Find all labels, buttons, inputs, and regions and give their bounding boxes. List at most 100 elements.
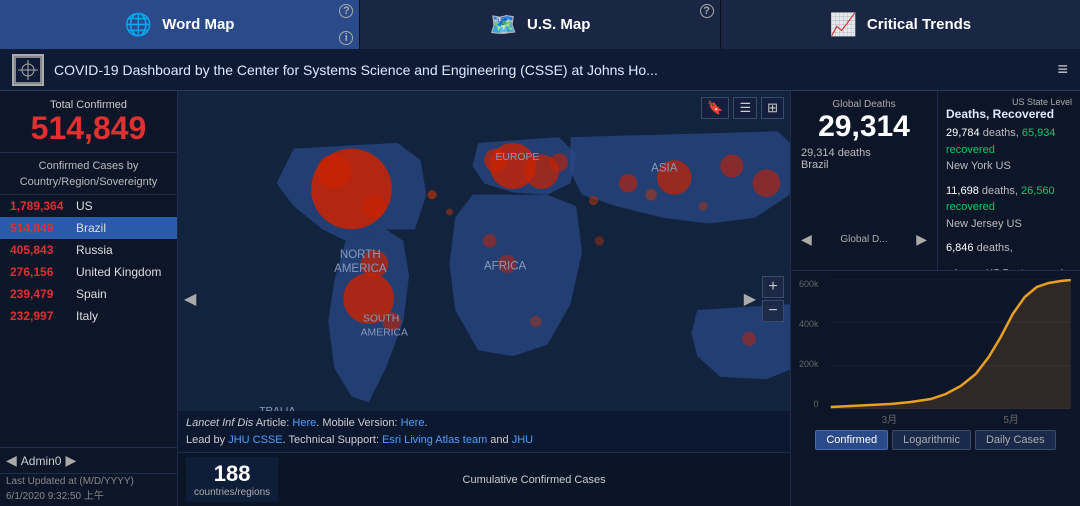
countries-count-section: 188 countries/regions [186,457,278,502]
deaths-detail: 29,314 deaths Brazil [801,147,927,171]
global-deaths-panel: Global Deaths 29,314 29,314 deaths Brazi… [791,91,938,270]
y-label-600k: 600k [799,279,819,289]
menu-button[interactable]: ≡ [1057,59,1068,80]
zoom-in-button[interactable]: + [762,276,784,298]
map-bottom-bar: 188 countries/regions Cumulative Confirm… [178,452,790,506]
y-label-200k: 200k [799,359,819,369]
country-count: 514,849 [10,221,70,235]
nav-critical-trends[interactable]: 📈 Critical Trends [721,0,1080,49]
chart-svg-container: 3月 5月 [829,279,1072,426]
nav-world-map[interactable]: 🌐 Word Map ? i [0,0,360,49]
country-count: 405,843 [10,243,70,257]
us-prev-button[interactable]: ◀ [946,265,957,271]
info-text-prefix: Lancet Inf Dis Article: Here. Mobile Ver… [186,417,428,429]
nav-help-icon[interactable]: ? [339,4,353,18]
list-button[interactable]: ☰ [733,97,757,119]
zoom-out-button[interactable]: − [762,300,784,322]
us-state-panel: US State Level Deaths, Recovered 29,784 … [938,91,1080,270]
deaths-nav-label: Global D... [840,234,887,245]
countries-unit: countries/regions [194,487,270,498]
us-panel-title: US State Level [946,97,1072,107]
deaths-nav: ◀ Global D... ▶ [801,171,927,248]
us-panel-nav: ◀ US Deat... ▶ [946,265,1072,271]
country-item-us[interactable]: 1,789,364 US [0,195,177,217]
us-state-new-york: 29,784 deaths, 65,934 recovered New York… [946,125,1072,175]
recovered-count: 65,934 [1022,127,1056,139]
left-panel: Total Confirmed 514,849 Confirmed Cases … [0,91,178,506]
us-panel-heading: Deaths, Recovered [946,107,1072,121]
us-state-new-jersey: 11,698 deaths, 26,560 recovered New Jers… [946,183,1072,233]
recovered-label: recovered [946,144,995,156]
logarithmic-button[interactable]: Logarithmic [892,430,971,450]
x-label-march: 3月 [882,411,898,426]
timestamp-label: Last Updated at (M/D/YYYY) [6,476,171,487]
country-item-italy[interactable]: 232,997 Italy [0,305,177,327]
mobile-link[interactable]: Here [401,417,425,429]
country-name: Brazil [76,221,106,235]
global-deaths-label: Global Deaths [801,99,927,110]
svg-text:SOUTH: SOUTH [363,314,399,325]
y-label-0: 0 [799,399,819,409]
bookmark-button[interactable]: 🔖 [701,97,729,119]
nav-critical-trends-label: Critical Trends [867,16,971,33]
countries-count: 188 [214,461,251,487]
country-name: Italy [76,309,98,323]
svg-text:AMERICA: AMERICA [361,327,408,338]
nav-us-map[interactable]: 🗺️ U.S. Map ? [360,0,720,49]
chart-y-axis: 600k 400k 200k 0 [799,279,821,409]
country-count: 232,997 [10,309,70,323]
country-name: United Kingdom [76,265,161,279]
country-name: Russia [76,243,113,257]
timestamp-value: 6/1/2020 9:32:50 上午 [6,487,171,502]
country-item-uk[interactable]: 276,156 United Kingdom [0,261,177,283]
global-deaths-value: 29,314 [801,110,927,143]
nav-us-help-icon[interactable]: ? [700,4,714,18]
svg-text:EUROPE: EUROPE [496,152,540,163]
main-layout: Total Confirmed 514,849 Confirmed Cases … [0,91,1080,506]
country-item-spain[interactable]: 239,479 Spain [0,283,177,305]
article-link[interactable]: Here [292,417,316,429]
svg-text:NORTH: NORTH [340,249,381,261]
country-count: 1,789,364 [10,199,70,213]
top-navigation: 🌐 Word Map ? i 🗺️ U.S. Map ? 📈 Critical … [0,0,1080,49]
nav-world-map-label: Word Map [162,16,234,33]
us-nav-label: US Deat... [986,268,1032,271]
grid-button[interactable]: ⊞ [761,97,784,119]
left-panel-bottom: ◀ Admin0 ▶ [0,447,177,473]
deaths-prev-button[interactable]: ◀ [801,231,812,248]
confirmed-by-label: Confirmed Cases by Country/Region/Sovere… [0,153,177,195]
state-name: New Jersey US [946,218,1022,230]
svg-text:AFRICA: AFRICA [484,261,527,273]
map-bottom-label: Cumulative Confirmed Cases [286,474,782,486]
map-nav-left-button[interactable]: ◀ [180,285,200,313]
info-text-lead: Lead by JHU CSSE. Technical Support: Esr… [186,434,533,446]
logo [12,54,44,86]
esri-link[interactable]: Esri Living Atlas team [382,434,487,446]
jhu-link[interactable]: JHU CSSE [228,434,282,446]
map-nav-right-button[interactable]: ▶ [740,285,760,313]
country-item-brazil[interactable]: 514,849 Brazil [0,217,177,239]
country-list: 1,789,364 US 514,849 Brazil 405,843 Russ… [0,195,177,447]
country-count: 239,479 [10,287,70,301]
us-next-button[interactable]: ▶ [1061,265,1072,271]
total-confirmed-section: Total Confirmed 514,849 [0,91,177,153]
admin-label: Admin0 [21,454,62,468]
right-panel: Global Deaths 29,314 29,314 deaths Brazi… [790,91,1080,506]
page-title: COVID-19 Dashboard by the Center for Sys… [54,62,1047,78]
country-item-russia[interactable]: 405,843 Russia [0,239,177,261]
admin-next-button[interactable]: ▶ [65,452,76,469]
trends-icon: 📈 [830,12,857,38]
deaths-count: 29,784 [946,127,980,139]
state-name: New York US [946,160,1011,172]
svg-text:AMERICA: AMERICA [334,263,387,275]
nav-info-icon[interactable]: i [339,31,353,45]
chart-wrapper: 600k 400k 200k 0 [799,279,1072,426]
nav-us-map-label: U.S. Map [527,16,590,33]
jhu-link2[interactable]: JHU [512,434,533,446]
chart-x-axis: 3月 5月 [829,411,1072,426]
y-label-400k: 400k [799,319,819,329]
confirmed-button[interactable]: Confirmed [815,430,888,450]
deaths-next-button[interactable]: ▶ [916,231,927,248]
admin-prev-button[interactable]: ◀ [6,452,17,469]
daily-cases-button[interactable]: Daily Cases [975,430,1056,450]
